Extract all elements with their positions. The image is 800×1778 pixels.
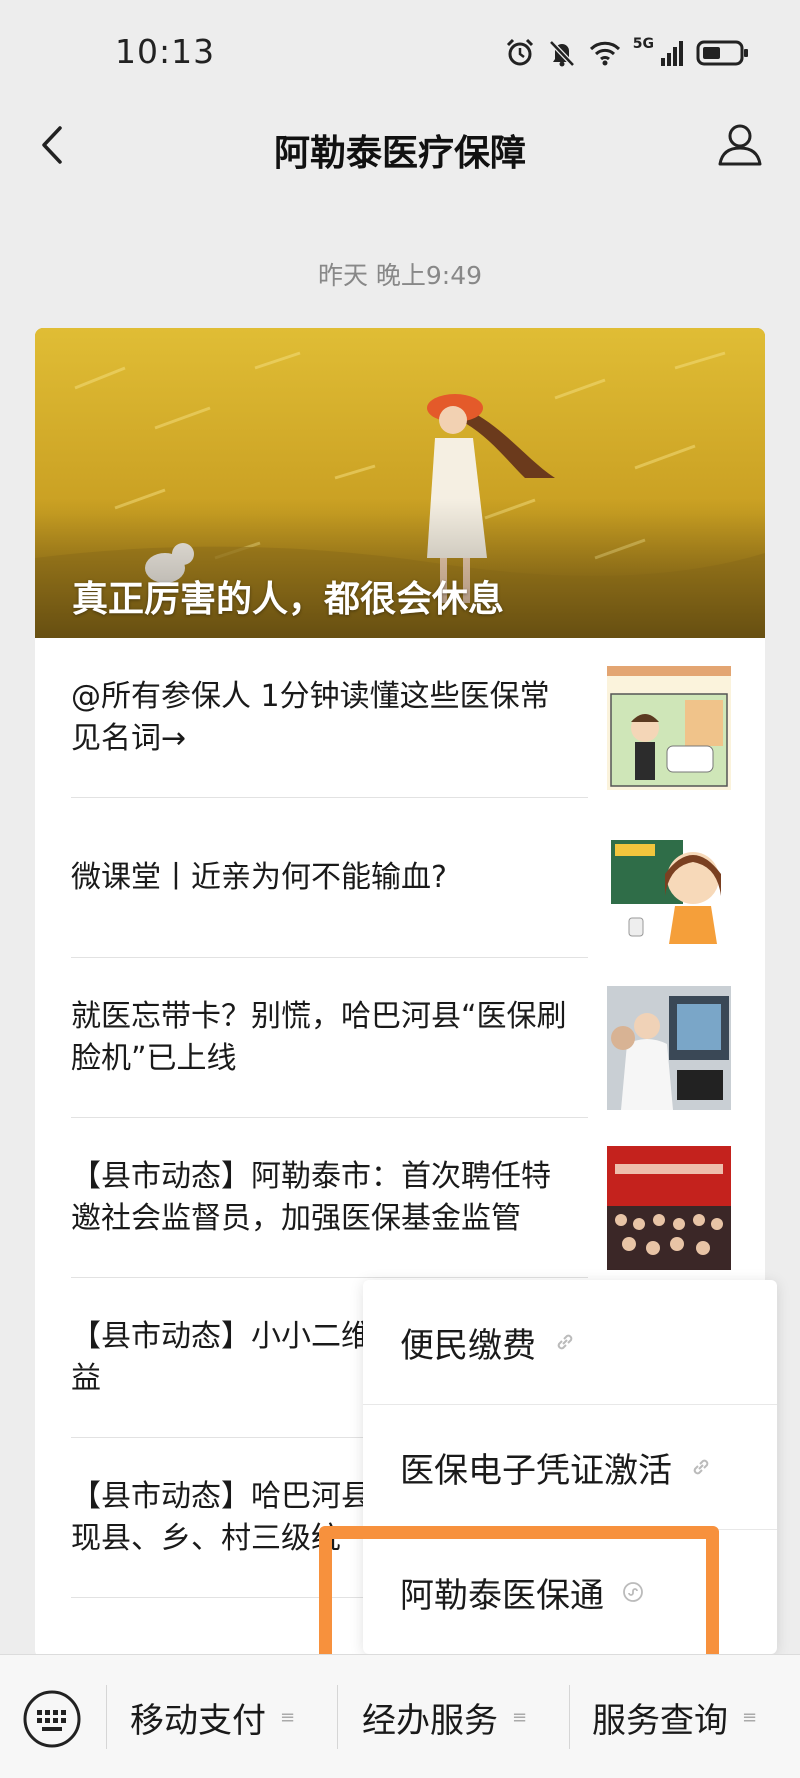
submenu-popup: 便民缴费 医保电子凭证激活 阿勒泰医保通 [363,1280,777,1654]
article-title: @所有参保人 1分钟读懂这些医保常见名词→ [71,679,550,756]
status-time: 10:13 [115,32,216,71]
link-icon [557,1334,573,1350]
menu-icon: ≡ [512,1706,528,1728]
menu-handling-service[interactable]: 经办服务 ≡ [362,1655,527,1778]
article-item[interactable]: 就医忘带卡？别慌，哈巴河县“医保刷脸机”已上线 [71,958,731,1118]
menu-icon: ≡ [280,1706,296,1728]
article-item[interactable]: @所有参保人 1分钟读懂这些医保常见名词→ [71,638,731,798]
status-icons: 5G [505,36,750,68]
divider [337,1685,338,1749]
alarm-icon [506,38,533,66]
article-title-line: 现县、乡、村三级统 [71,1521,341,1556]
article-title: 微课堂丨近亲为何不能输血? [71,860,447,895]
article-title-line: 益 [71,1361,101,1396]
submenu-item-voucher-activation[interactable]: 医保电子凭证激活 [363,1405,777,1529]
article-thumbnail [607,1146,731,1270]
wifi-icon [589,41,620,66]
menu-label: 服务查询 [592,1700,728,1741]
submenu-item-altay-medical-insurance[interactable]: 阿勒泰医保通 [363,1530,777,1654]
divider [106,1685,107,1749]
network-label: 5G [632,36,654,52]
menu-mobile-payment[interactable]: 移动支付 ≡ [130,1655,295,1778]
menu-label: 经办服务 [362,1700,498,1741]
submenu-item-label: 阿勒泰医保通 [400,1575,604,1616]
article-thumbnail [607,826,731,950]
article-title-line: 【县市动态】哈巴河县 [71,1479,371,1514]
message-timestamp: 昨天 晚上9:49 [317,261,483,290]
profile-button[interactable] [716,120,764,168]
submenu-item-label: 便民缴费 [400,1325,536,1366]
article-item[interactable]: 【县市动态】阿勒泰市：首次聘任特邀社会监督员，加强医保基金监管 [71,1118,731,1278]
menu-icon: ≡ [742,1706,758,1728]
battery-icon [696,40,748,66]
divider [569,1685,570,1749]
submenu-item-payment[interactable]: 便民缴费 [363,1280,777,1404]
mini-program-icon [623,1582,643,1602]
article-title-line: 【县市动态】小小二维 [71,1319,371,1354]
article-title: 【县市动态】阿勒泰市：首次聘任特邀社会监督员，加强医保基金监管 [71,1159,551,1236]
article-item[interactable]: 微课堂丨近亲为何不能输血? [71,798,731,958]
keyboard-icon[interactable] [22,1689,82,1749]
signal-icon [661,41,683,66]
article-thumbnail [607,666,731,790]
bottom-menu-bar: 移动支付 ≡ 经办服务 ≡ 服务查询 ≡ [0,1654,800,1778]
nav-bar: 阿勒泰医疗保障 [0,98,800,194]
screen: 10:13 5G 阿勒泰医疗保障 昨天 晚上9:49 真正厉害的人，都很会休息 … [0,0,800,1778]
mute-icon [548,40,575,67]
menu-label: 移动支付 [130,1700,266,1741]
article-thumbnail [607,986,731,1110]
submenu-item-label: 医保电子凭证激活 [400,1450,672,1491]
menu-service-inquiry[interactable]: 服务查询 ≡ [592,1655,757,1778]
article-title: 就医忘带卡？别慌，哈巴河县“医保刷脸机”已上线 [71,999,567,1076]
cover-title: 真正厉害的人，都很会休息 [72,579,505,620]
cover-article[interactable]: 真正厉害的人，都很会休息 [35,328,765,638]
link-icon [693,1459,709,1475]
page-title: 阿勒泰医疗保障 [273,133,526,174]
status-bar: 10:13 5G [0,0,800,108]
